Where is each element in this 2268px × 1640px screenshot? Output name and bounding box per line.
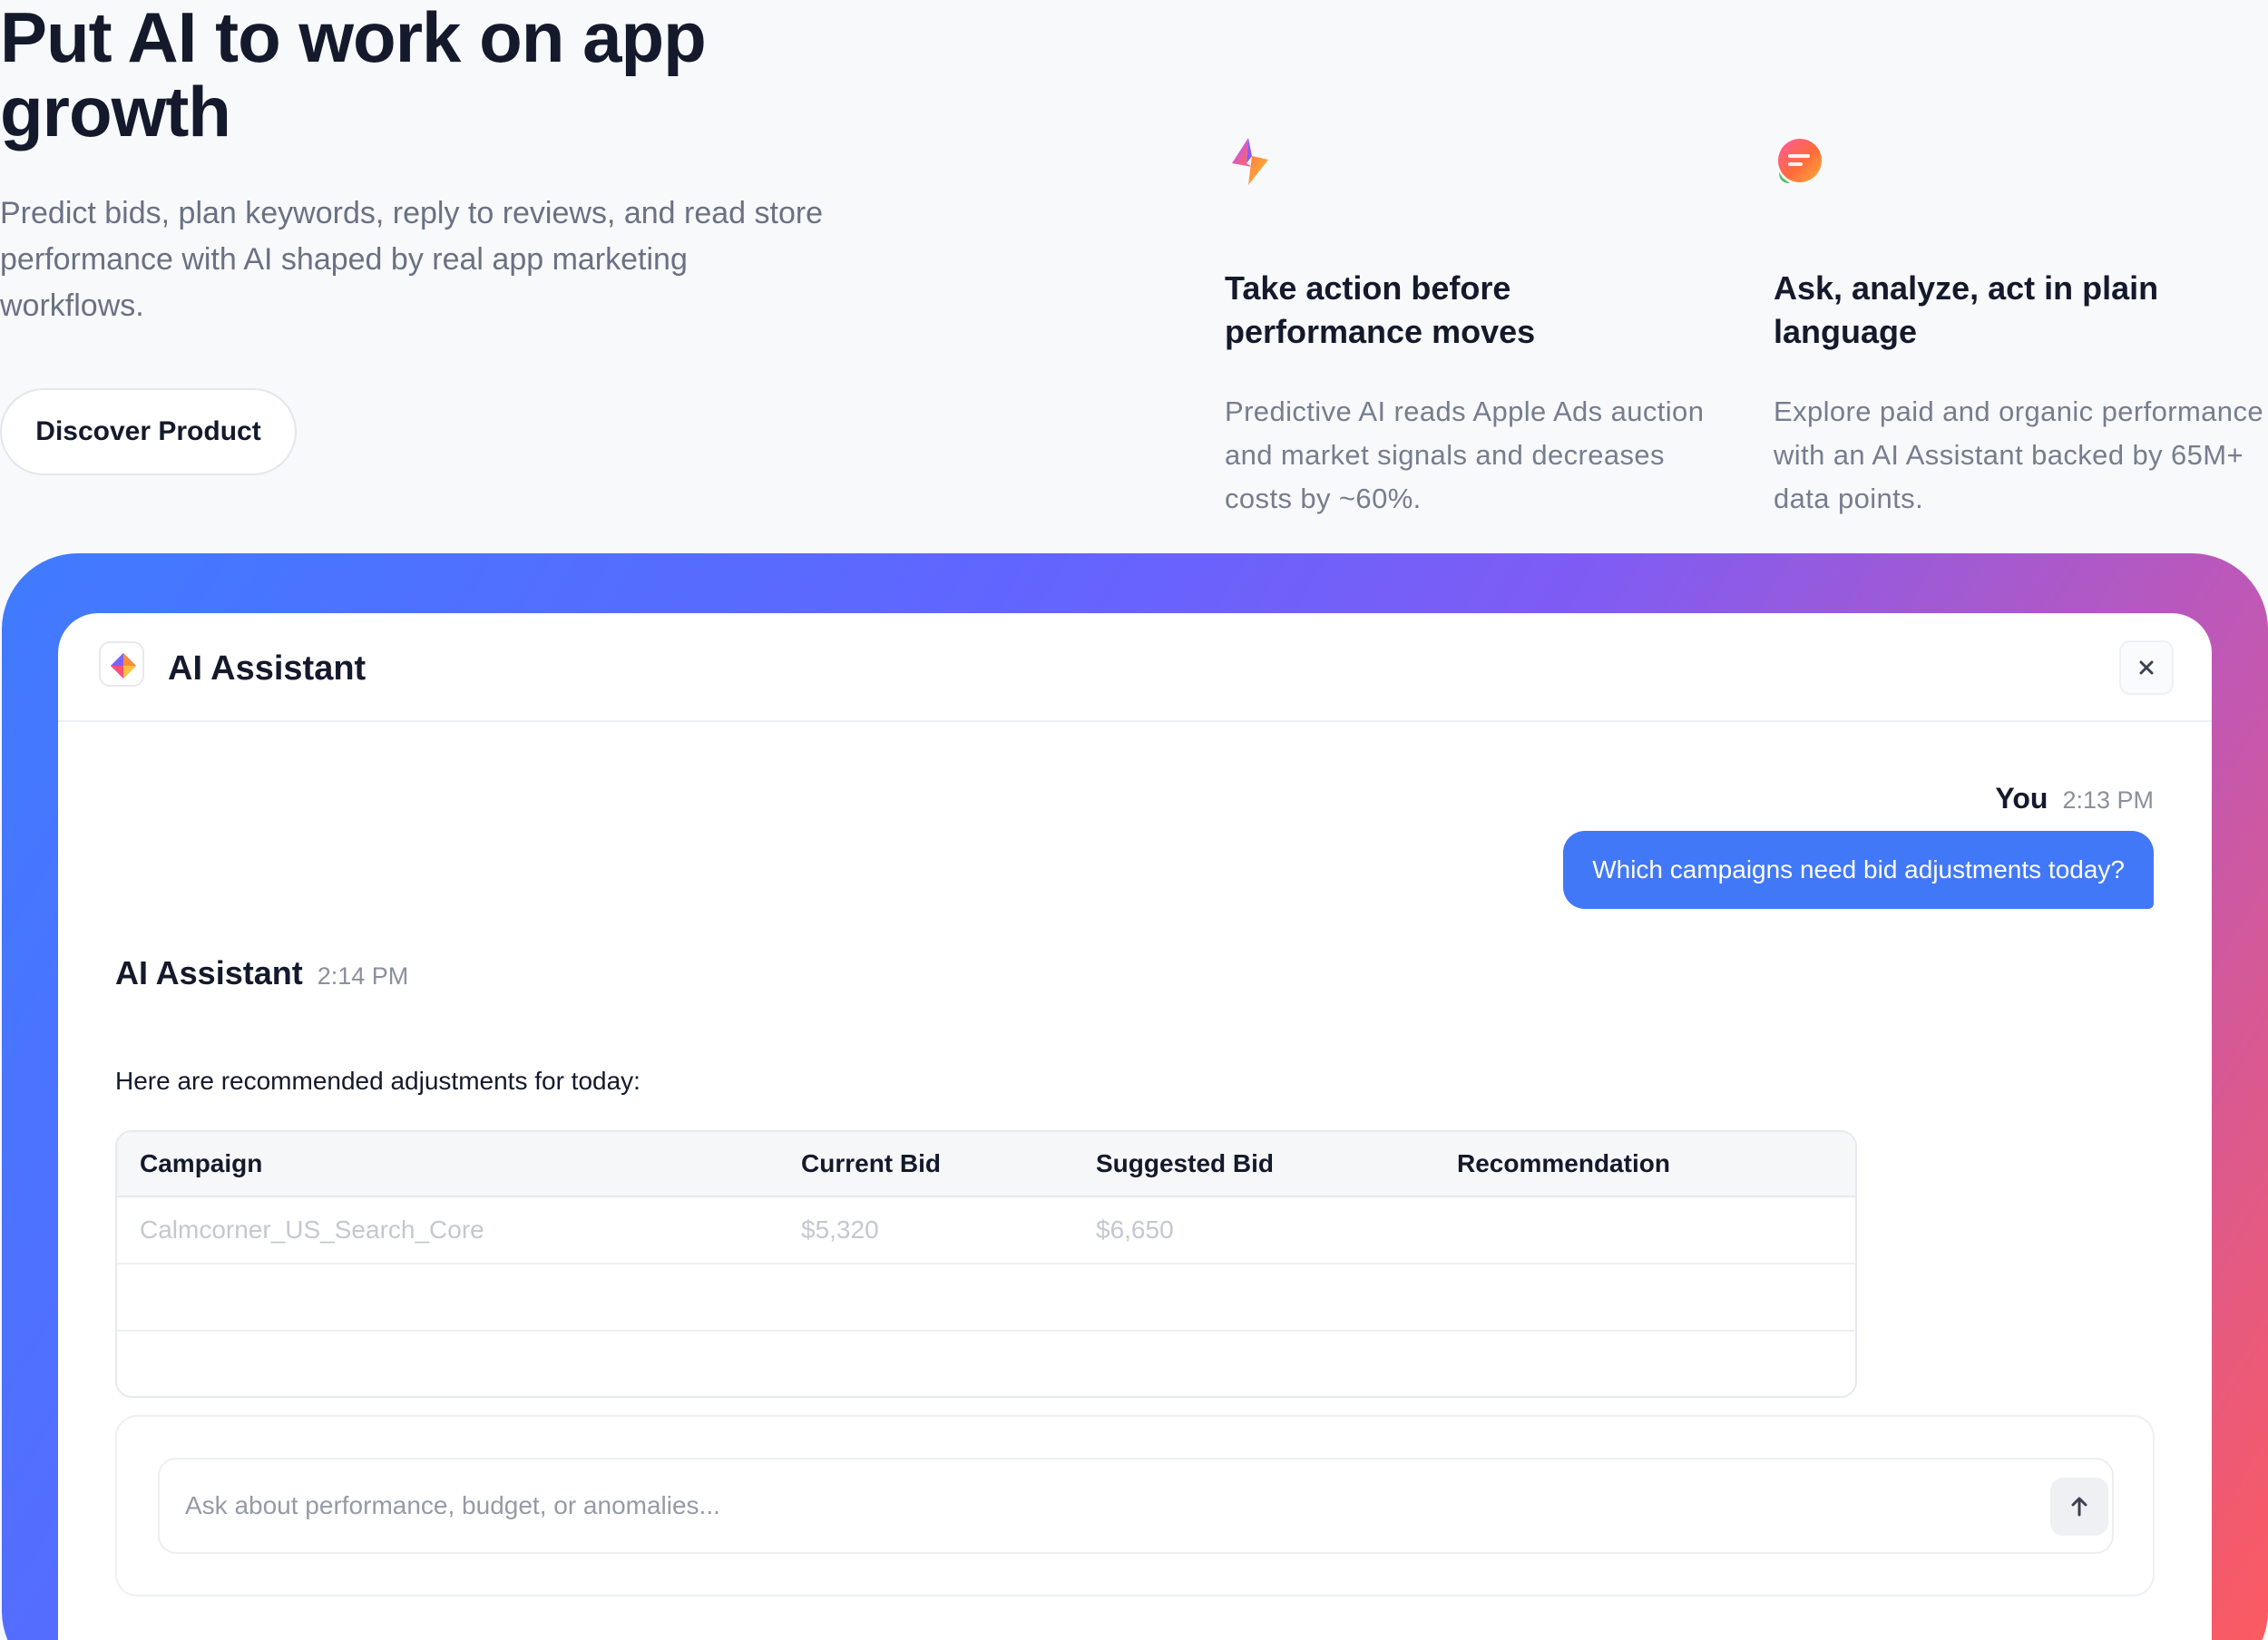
feature-predictive-ai: Take action before performance moves Pre… (1225, 136, 1706, 521)
user-message-time: 2:13 PM (2062, 786, 2154, 814)
feature-title: Take action before performance moves (1225, 269, 1536, 350)
column-header-campaign: Campaign (140, 1149, 263, 1177)
assistant-logo (99, 641, 144, 687)
send-button[interactable] (2050, 1478, 2108, 1536)
user-message-bubble: Which campaigns need bid adjustments tod… (1563, 831, 2154, 909)
feature-title: Ask, analyze, act in plain language (1774, 269, 2159, 350)
recommendations-table: Campaign Current Bid Suggested Bid Recom… (115, 1130, 1857, 1398)
close-button[interactable] (2119, 640, 2174, 695)
column-header-suggested-bid: Suggested Bid (1096, 1149, 1275, 1177)
table-row (117, 1264, 1855, 1332)
hero-subtitle: Predict bids, plan keywords, reply to re… (0, 196, 824, 323)
hero-title: Put AI to work on app growth (0, 0, 707, 151)
discover-product-button[interactable]: Discover Product (0, 388, 297, 475)
panel-header: AI Assistant (58, 613, 2212, 722)
diamond-logo-icon (111, 653, 136, 678)
cell-campaign: Calmcorner_US_Search_Core (140, 1215, 484, 1244)
ai-message-text: Here are recommended adjustments for tod… (115, 1067, 640, 1095)
cell-current-bid: $5,320 (801, 1215, 879, 1244)
table-header-row: Campaign Current Bid Suggested Bid Recom… (117, 1132, 1855, 1197)
close-icon (2139, 660, 2154, 675)
lightning-bolt-icon (1232, 138, 1268, 185)
column-header-recommendation: Recommendation (1457, 1149, 1670, 1177)
page: Put AI to work on app growth Predict bid… (0, 0, 2268, 1640)
message-input-box (158, 1458, 2114, 1554)
user-name: You (1995, 782, 2048, 815)
ai-message-meta: AI Assistant 2:14 PM (115, 954, 408, 992)
table-row (117, 1332, 1855, 1396)
ai-message-time: 2:14 PM (317, 962, 409, 990)
chat-bubble-icon (1778, 139, 1822, 183)
cell-suggested-bid: $6,650 (1096, 1215, 1174, 1244)
feature-text: Explore paid and organic performance wit… (1774, 395, 2263, 514)
feature-plain-language: Ask, analyze, act in plain language Expl… (1774, 136, 2268, 521)
ai-assistant-panel: AI Assistant You 2:13 PM Which campaigns… (58, 613, 2212, 1640)
arrow-up-icon (2071, 1497, 2087, 1517)
column-header-current-bid: Current Bid (801, 1149, 941, 1177)
message-composer (115, 1415, 2155, 1596)
feature-text: Predictive AI reads Apple Ads auction an… (1225, 395, 1705, 514)
ai-name: AI Assistant (115, 954, 303, 991)
table-row: Calmcorner_US_Search_Core $5,320 $6,650 (117, 1197, 1855, 1264)
message-input[interactable] (185, 1459, 1909, 1552)
user-message-meta: You 2:13 PM (1995, 782, 2154, 815)
panel-title: AI Assistant (168, 649, 367, 688)
